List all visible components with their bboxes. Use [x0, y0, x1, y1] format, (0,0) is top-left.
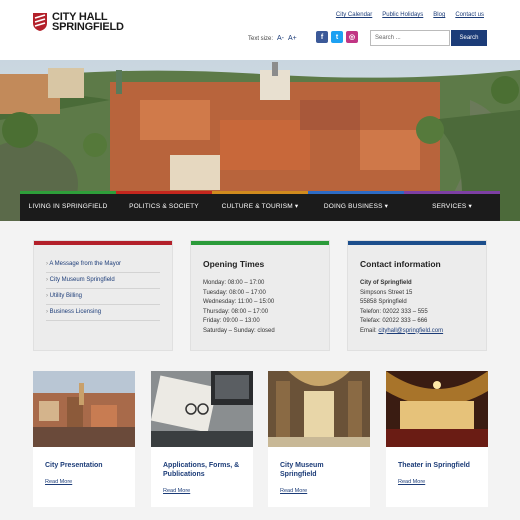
- top-links: City Calendar Public Holidays Blog Conta…: [326, 12, 484, 18]
- read-more-link[interactable]: Read More: [398, 479, 476, 485]
- nav-label: CULTURE & TOURISM ▾: [221, 203, 299, 210]
- opening-line: Saturday – Sunday: closed: [203, 327, 275, 334]
- city-aerial-drawing: [33, 371, 135, 447]
- contact-info-box: Contact information City of Springfield …: [347, 240, 487, 351]
- link-public-holidays[interactable]: Public Holidays: [382, 12, 423, 18]
- card-title: Applications, Forms, & Publications: [163, 462, 240, 478]
- card-applications-forms[interactable]: Applications, Forms, & Publications Read…: [151, 371, 253, 507]
- read-more-link[interactable]: Read More: [45, 479, 123, 485]
- opening-line: Friday: 09:00 – 13:00: [203, 318, 260, 324]
- nav-color-bar: [116, 191, 212, 194]
- nav-services[interactable]: SERVICES ▾: [404, 191, 500, 221]
- contact-name: City of Springfield: [360, 280, 412, 286]
- link-contact-us[interactable]: Contact us: [455, 12, 484, 18]
- search-input[interactable]: Search ...: [370, 30, 450, 46]
- opening-times-title: Opening Times: [203, 259, 265, 269]
- quicklink-mayor-message[interactable]: A Message from the Mayor: [46, 257, 160, 273]
- read-more-link[interactable]: Read More: [163, 488, 241, 494]
- theater-image: [386, 371, 488, 447]
- opening-times-box: Opening Times Monday: 08:00 – 17:00 Tues…: [190, 240, 330, 351]
- opening-line: Monday: 08:00 – 17:00: [203, 280, 265, 286]
- logo-text: CITY HALL SPRINGFIELD: [52, 12, 124, 33]
- logo-line2: SPRINGFIELD: [52, 21, 124, 33]
- nav-label: POLITICS & SOCIETY: [129, 202, 199, 210]
- nav-culture-tourism[interactable]: CULTURE & TOURISM ▾: [212, 191, 308, 221]
- contact-phone: Telefon: 02022 333 – 555: [360, 308, 428, 315]
- contact-info-title: Contact information: [360, 259, 441, 269]
- quicklinks-box: A Message from the Mayor City Museum Spr…: [33, 240, 173, 351]
- link-blog[interactable]: Blog: [433, 12, 445, 18]
- facebook-icon[interactable]: f: [316, 31, 328, 43]
- nav-doing-business[interactable]: DOING BUSINESS ▾: [308, 191, 404, 221]
- nav-color-bar: [308, 191, 404, 194]
- box-color-bar: [191, 241, 329, 245]
- contact-details: City of Springfield Simpsons Street 15 5…: [360, 279, 486, 336]
- instagram-icon[interactable]: ◎: [346, 31, 358, 43]
- text-size-control: Text size: A- A+: [248, 35, 297, 42]
- link-city-calendar[interactable]: City Calendar: [336, 12, 372, 18]
- read-more-link[interactable]: Read More: [280, 488, 358, 494]
- card-title: City Presentation: [45, 462, 103, 469]
- contact-email-link[interactable]: cityhall@springfield.com: [378, 328, 443, 334]
- nav-label: DOING BUSINESS ▾: [323, 203, 389, 210]
- search-button[interactable]: Search: [451, 30, 487, 46]
- contact-city: 55858 Springfield: [360, 299, 407, 305]
- museum-hall-drawing: [268, 371, 370, 447]
- site-logo[interactable]: CITY HALL SPRINGFIELD: [32, 12, 124, 33]
- quicklink-business-licensing[interactable]: Business Licensing: [46, 305, 160, 321]
- card-title: City Museum Springfield: [280, 462, 324, 478]
- card-city-museum[interactable]: City Museum Springfield Read More: [268, 371, 370, 507]
- contact-fax: Telefax: 02022 333 – 666: [360, 318, 428, 324]
- card-title: Theater in Springfield: [398, 462, 470, 469]
- text-size-decrease-button[interactable]: A-: [277, 35, 284, 42]
- theater-drawing: [386, 371, 488, 447]
- quicklinks-list: A Message from the Mayor City Museum Spr…: [34, 245, 172, 321]
- desk-documents-drawing: [151, 371, 253, 447]
- opening-line: Wednesday: 11:00 – 15:00: [203, 299, 275, 305]
- nav-color-bar: [212, 191, 308, 194]
- nav-label: LIVING IN SPRINGFIELD: [28, 202, 108, 210]
- social-links: f t ◎: [316, 31, 361, 43]
- quicklink-utility-billing[interactable]: Utility Billing: [46, 289, 160, 305]
- shield-logo-icon: [33, 13, 47, 31]
- text-size-label: Text size:: [248, 35, 274, 42]
- site-header: CITY HALL SPRINGFIELD City Calendar Publ…: [0, 0, 520, 60]
- nav-politics-society[interactable]: POLITICS & SOCIETY: [116, 191, 212, 221]
- contact-street: Simpsons Street 15: [360, 289, 413, 296]
- museum-hall-image: [268, 371, 370, 447]
- main-navigation: LIVING IN SPRINGFIELD POLITICS & SOCIETY…: [20, 191, 500, 221]
- nav-living-in-springfield[interactable]: LIVING IN SPRINGFIELD: [20, 191, 116, 221]
- nav-color-bar: [20, 191, 116, 194]
- quicklink-city-museum[interactable]: City Museum Springfield: [46, 273, 160, 289]
- nav-label: SERVICES ▾: [432, 203, 472, 210]
- card-theater[interactable]: Theater in Springfield Read More: [386, 371, 488, 507]
- twitter-icon[interactable]: t: [331, 31, 343, 43]
- city-aerial-image: [33, 371, 135, 447]
- opening-line: Tuesday: 08:00 – 17:00: [203, 289, 266, 296]
- contact-email-label: Email:: [360, 327, 377, 334]
- box-color-bar: [348, 241, 486, 245]
- desk-documents-image: [151, 371, 253, 447]
- text-size-increase-button[interactable]: A+: [288, 35, 297, 42]
- card-city-presentation[interactable]: City Presentation Read More: [33, 371, 135, 507]
- opening-line: Thursday: 08:00 – 17:00: [203, 308, 269, 315]
- opening-times-list: Monday: 08:00 – 17:00 Tuesday: 08:00 – 1…: [203, 279, 329, 336]
- nav-color-bar: [404, 191, 500, 194]
